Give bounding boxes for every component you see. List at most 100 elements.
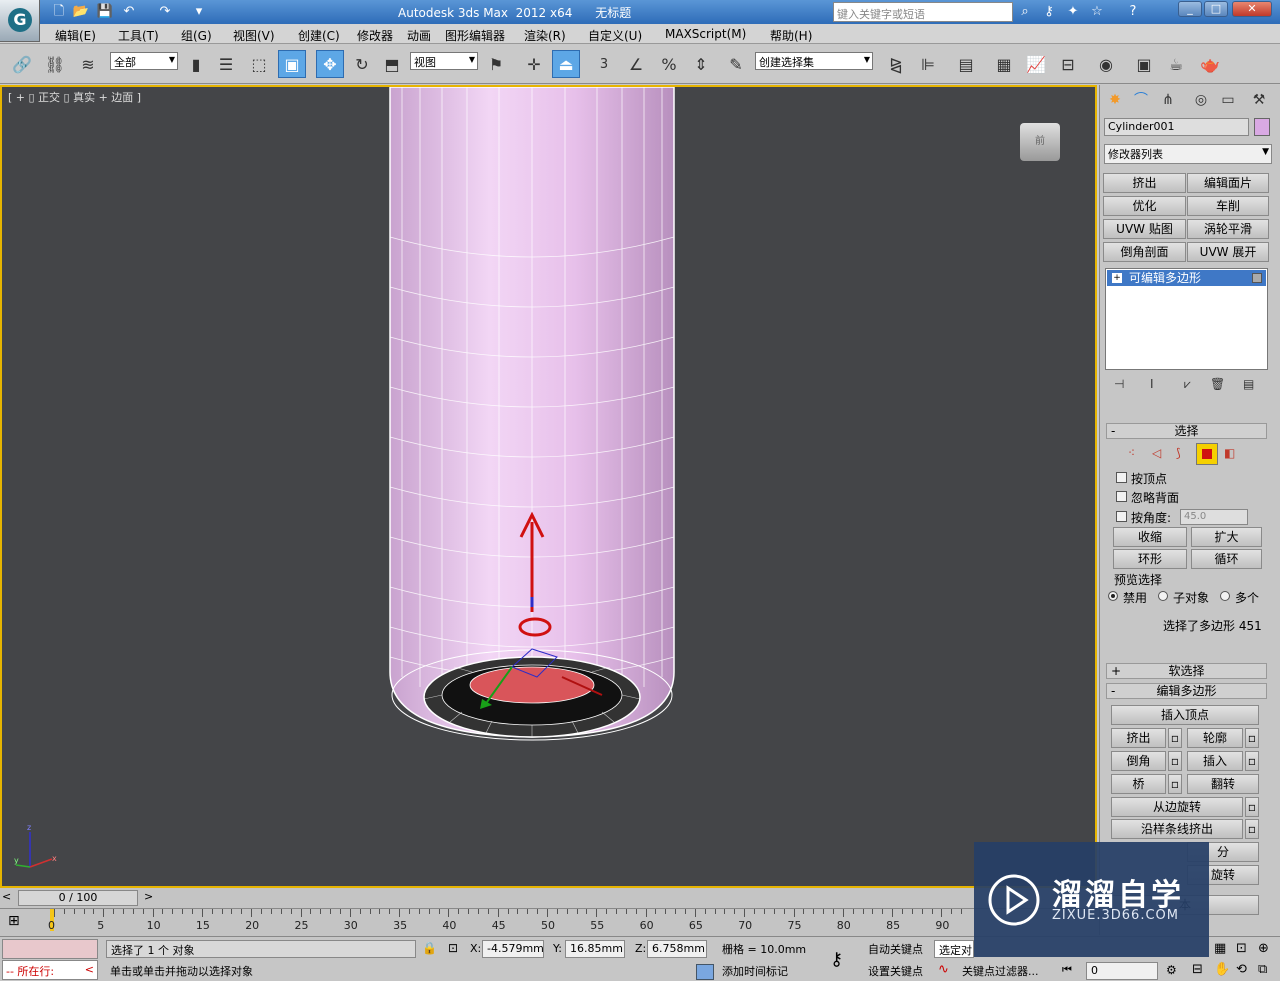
link-icon[interactable]: 🔗 (8, 50, 36, 78)
mod-edit-patch-button[interactable]: 编辑面片 (1187, 173, 1269, 193)
maximize-button[interactable]: □ (1204, 1, 1228, 17)
mod-unwrap-uvw-button[interactable]: UVW 展开 (1187, 242, 1269, 262)
bevel-button[interactable]: 倒角 (1111, 751, 1166, 771)
menu-maxscript[interactable]: MAXScript(M) (665, 27, 746, 41)
mod-turbosmooth-button[interactable]: 涡轮平滑 (1187, 219, 1269, 239)
ring-button[interactable]: 环形 (1113, 549, 1187, 569)
utilities-tab-icon[interactable]: ⚒ (1248, 89, 1270, 111)
mirror-icon[interactable]: ⧎ (882, 50, 910, 78)
mod-lathe-button[interactable]: 车削 (1187, 196, 1269, 216)
maxscript-line[interactable]: -- 所在行: < (2, 960, 98, 980)
extrude-along-spline-button[interactable]: 沿样条线挤出 (1111, 819, 1243, 839)
outline-settings-button[interactable]: ▫ (1245, 728, 1259, 748)
menu-group[interactable]: 组(G) (181, 27, 212, 44)
extrude-button[interactable]: 挤出 (1111, 728, 1166, 748)
x-coordinate-field[interactable]: -4.579mm (482, 940, 544, 958)
extrude-settings-button[interactable]: ▫ (1168, 728, 1182, 748)
display-tab-icon[interactable]: ▭ (1217, 89, 1239, 111)
new-icon[interactable]: 🗋 (50, 3, 68, 21)
pivot-center-icon[interactable]: ⚑ (482, 50, 510, 78)
by-angle-checkbox[interactable] (1116, 511, 1127, 522)
current-frame-field[interactable]: 0 (1086, 962, 1158, 980)
make-unique-icon[interactable]: ⩗ (1184, 377, 1191, 392)
grow-button[interactable]: 扩大 (1191, 527, 1262, 547)
customize-quick-access-icon[interactable]: ▾ (190, 3, 208, 21)
key-icon[interactable]: ⚷ (1040, 3, 1058, 21)
save-icon[interactable]: 💾 (96, 3, 114, 21)
mod-extrude-button[interactable]: 挤出 (1103, 173, 1186, 193)
menu-customize[interactable]: 自定义(U) (588, 27, 642, 44)
stack-item-editable-poly[interactable]: + 可编辑多边形 (1107, 270, 1266, 286)
pin-stack-icon[interactable]: ⊣ (1114, 377, 1124, 391)
mini-curve-editor-icon[interactable]: ⊞ (8, 913, 20, 929)
loop-button[interactable]: 循环 (1191, 549, 1262, 569)
render-setup-icon[interactable]: ▣ (1130, 50, 1158, 78)
bevel-settings-button[interactable]: ▫ (1168, 751, 1182, 771)
menu-tools[interactable]: 工具(T) (118, 27, 159, 44)
menu-rendering[interactable]: 渲染(R) (524, 27, 566, 44)
hinge-from-edge-button[interactable]: 从边旋转 (1111, 797, 1243, 817)
object-color-swatch[interactable] (1254, 118, 1270, 136)
polygon-mode-icon[interactable] (1196, 443, 1218, 465)
create-tab-icon[interactable]: ✸ (1104, 89, 1126, 111)
show-end-result-icon[interactable]: Ⅰ (1150, 377, 1154, 391)
set-key-button[interactable]: 设置关键点 (864, 962, 932, 980)
zoom-extents-icon[interactable]: ⊡ (1236, 941, 1247, 956)
schematic-view-icon[interactable]: ⊟ (1054, 50, 1082, 78)
set-key-icon[interactable]: ⚷ (830, 949, 843, 970)
extrude-spline-settings-button[interactable]: ▫ (1245, 819, 1259, 839)
bind-spacewarp-icon[interactable]: ≋ (74, 50, 102, 78)
window-crossing-icon[interactable]: ▣ (278, 50, 306, 78)
undo-icon[interactable]: ↶ (120, 3, 138, 21)
viewport-front[interactable]: [ + ▯ 正交 ▯ 真实 + 边面 ] 前 z x y (0, 85, 1097, 888)
expand-plus-icon[interactable]: + (1112, 273, 1122, 283)
edit-polygons-rollout-header[interactable]: - 编辑多边形 (1106, 683, 1267, 699)
go-to-start-icon[interactable]: ⏮ (1062, 963, 1072, 977)
graphite-modeling-icon[interactable]: ▦ (990, 50, 1018, 78)
named-selection-dropdown[interactable]: 创建选择集 (755, 52, 873, 70)
app-logo[interactable]: G (0, 0, 40, 42)
rectangle-selection-icon[interactable]: ⬚ (245, 50, 273, 78)
align-icon[interactable]: ⊫ (914, 50, 942, 78)
add-time-tag[interactable]: 添加时间标记 (718, 962, 818, 980)
modifier-list-dropdown[interactable]: 修改器列表 ▼ (1104, 144, 1272, 164)
scroll-left-icon[interactable]: < (85, 963, 94, 976)
absolute-mode-icon[interactable]: ⊡ (448, 941, 458, 955)
snaps-toggle-icon[interactable]: 3 (590, 50, 618, 78)
maxscript-listener-mini[interactable] (2, 939, 98, 959)
selection-filter-dropdown[interactable]: 全部 (110, 52, 178, 70)
select-by-name-icon[interactable]: ☰ (212, 50, 240, 78)
remove-modifier-icon[interactable]: 🗑 (1210, 377, 1225, 391)
help-icon[interactable]: ? (1124, 3, 1142, 21)
percent-snap-icon[interactable]: % (655, 50, 683, 78)
minimize-button[interactable]: _ (1178, 1, 1202, 17)
mod-uvw-map-button[interactable]: UVW 贴图 (1103, 219, 1186, 239)
configure-sets-icon[interactable]: ▤ (1243, 377, 1254, 391)
preview-subobject-radio[interactable] (1158, 591, 1168, 601)
material-editor-icon[interactable]: ◉ (1092, 50, 1120, 78)
key-filters-button[interactable]: 关键点过滤器... (958, 962, 1052, 980)
preview-disabled-radio[interactable] (1108, 591, 1118, 601)
pan-hand-icon[interactable]: ✋ (1214, 962, 1230, 977)
bridge-button[interactable]: 桥 (1111, 774, 1166, 794)
rotate-icon[interactable]: ↻ (348, 50, 376, 78)
binoculars-icon[interactable]: ⌕ (1016, 3, 1034, 21)
select-manipulate-icon[interactable]: ✛ (520, 50, 548, 78)
mod-optimize-button[interactable]: 优化 (1103, 196, 1186, 216)
track-bar[interactable]: ⊞ 0 5 10 15 20 25 30 35 40 45 50 55 60 65 70 75 80 85 90 (0, 908, 1097, 936)
shrink-button[interactable]: 收缩 (1113, 527, 1187, 547)
vertex-mode-icon[interactable]: ⁖ (1128, 446, 1135, 460)
angle-snap-icon[interactable]: ∠ (622, 50, 650, 78)
ignore-backfacing-checkbox[interactable] (1116, 491, 1127, 502)
field-of-view-icon[interactable]: ⊟ (1192, 962, 1203, 977)
selection-rollout-header[interactable]: - 选择 (1106, 423, 1267, 439)
time-tag-icon[interactable] (696, 964, 714, 980)
selected-dropdown[interactable]: 选定对 (934, 940, 974, 958)
select-object-icon[interactable]: ▮ (182, 50, 210, 78)
border-mode-icon[interactable]: ⟆ (1176, 446, 1181, 460)
prev-frame-icon[interactable]: < (2, 890, 11, 903)
unlink-icon[interactable]: ⛓ (41, 50, 69, 78)
render-production-icon[interactable]: 🫖 (1196, 50, 1224, 78)
menu-animation[interactable]: 动画 (407, 27, 431, 44)
menu-help[interactable]: 帮助(H) (770, 27, 812, 44)
